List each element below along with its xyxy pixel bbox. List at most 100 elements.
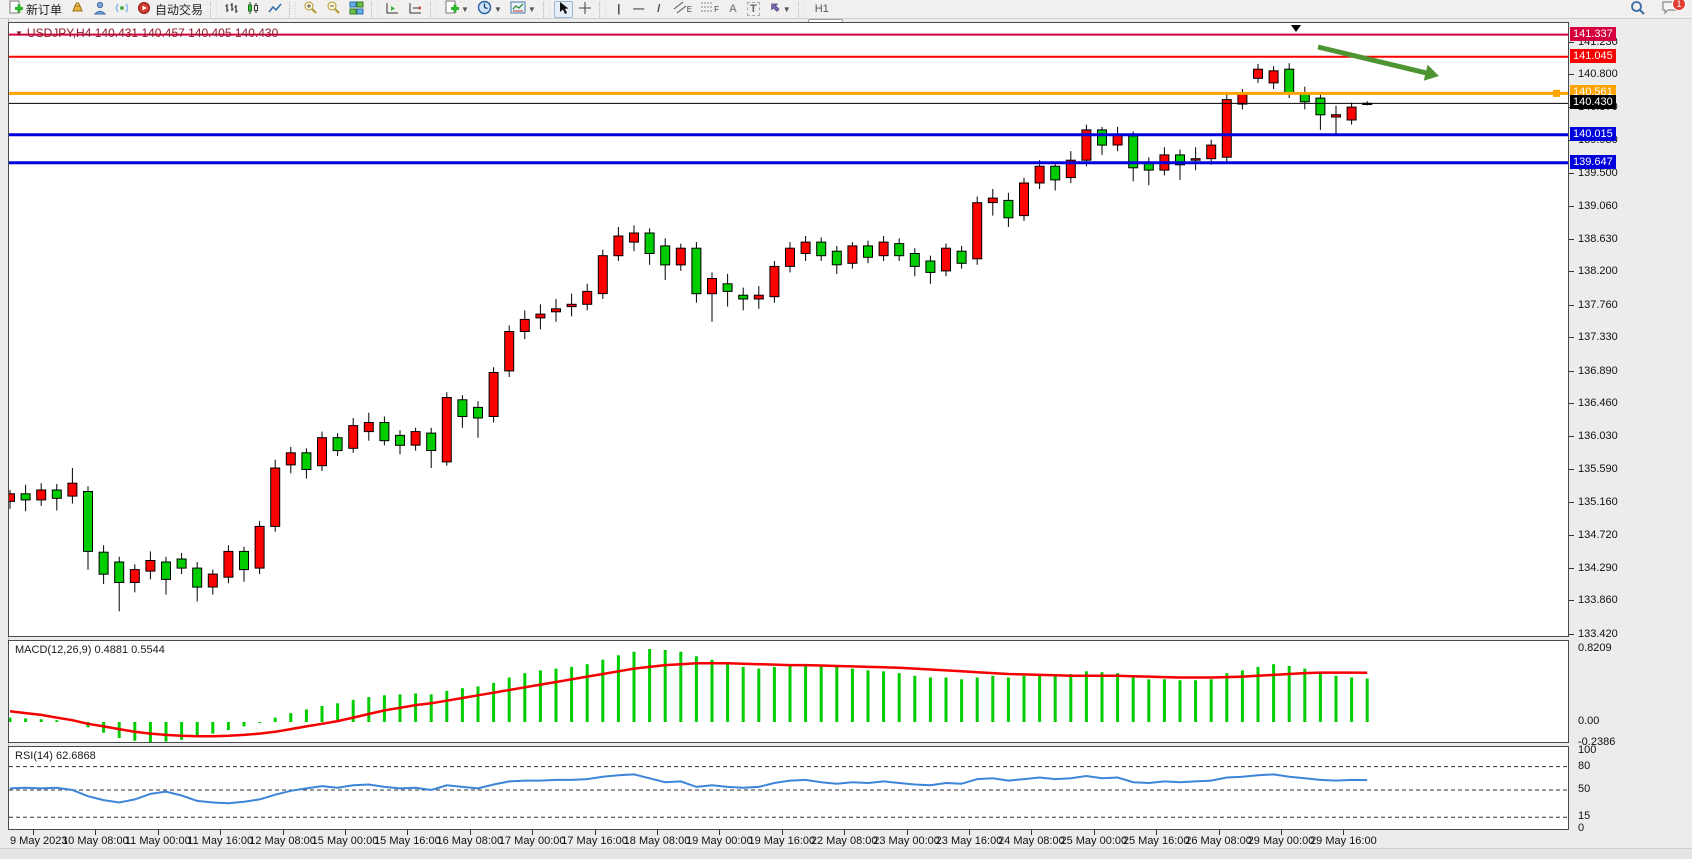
price-tick-mark [1569, 600, 1574, 601]
time-axis-label: 17 May 16:00 [561, 835, 628, 847]
price-tick-label: 134.290 [1578, 562, 1618, 574]
bar-chart-button[interactable] [221, 1, 241, 18]
price-line-label: 141.337 [1570, 27, 1616, 41]
channel-button[interactable]: E [670, 1, 695, 18]
time-axis-label: 19 May 16:00 [748, 835, 815, 847]
candle [255, 526, 264, 568]
main-chart-pane[interactable]: ▼ USDJPY,H4 140.431 140.457 140.405 140.… [8, 22, 1569, 637]
mt4-window: 新订单 自动交易 [0, 0, 1692, 859]
macd-pane[interactable]: MACD(12,26,9) 0.4881 0.5544 [8, 640, 1569, 743]
candle [1004, 200, 1013, 217]
price-tick-mark [1569, 206, 1574, 207]
zoom-out-button[interactable] [323, 1, 344, 18]
tab-timeframe-H1[interactable]: H1 [808, 0, 843, 19]
window-bottom-strip [0, 848, 1692, 859]
price-tick-label: 136.460 [1578, 397, 1618, 409]
price-tick-mark [1569, 271, 1574, 272]
auto-scroll-button[interactable] [382, 1, 403, 18]
fibonacci-button[interactable]: F [697, 1, 722, 18]
rsi-line [10, 774, 1367, 803]
zoom-in-icon [303, 0, 318, 18]
candle [411, 432, 420, 446]
toolbar-separator [289, 2, 296, 17]
price-line-label: 141.045 [1570, 49, 1616, 63]
text-label-button[interactable]: T [744, 1, 763, 18]
search-button[interactable] [1627, 1, 1649, 18]
toolbar-right-group: 1 [1626, 1, 1682, 18]
autotrade-icon [137, 1, 152, 18]
cursor-button[interactable] [554, 1, 573, 18]
rsi-pane[interactable]: RSI(14) 62.6868 [8, 746, 1569, 830]
candlestick-chart [9, 23, 1568, 636]
candle [1051, 166, 1060, 180]
clock-icon [477, 0, 492, 18]
line-handle[interactable] [1553, 90, 1560, 97]
trend-arrow[interactable] [1318, 47, 1429, 74]
zoom-out-icon [326, 0, 341, 18]
signals-button[interactable] [112, 1, 132, 18]
candle [1098, 130, 1107, 145]
time-axis-label: 18 May 08:00 [624, 835, 691, 847]
candle [99, 552, 108, 574]
autotrade-button[interactable]: 自动交易 [134, 1, 206, 18]
hlines-layer [9, 35, 1568, 163]
price-tick-mark [1569, 371, 1574, 372]
text-button[interactable]: A [724, 1, 742, 18]
candle [957, 251, 966, 263]
chart-shift-button[interactable] [405, 1, 426, 18]
candle [583, 291, 592, 304]
toolbar: 新订单 自动交易 [0, 0, 1692, 19]
vertical-line-icon: | [617, 3, 620, 15]
new-order-button[interactable]: 新订单 [5, 1, 65, 18]
chevron-down-icon: ▼ [783, 5, 791, 14]
text-icon: A [729, 3, 737, 15]
candle [489, 373, 498, 417]
zoom-in-button[interactable] [300, 1, 321, 18]
tile-windows-button[interactable] [346, 1, 367, 18]
horizontal-line-button[interactable]: — [630, 1, 648, 18]
price-axis[interactable]: 141.230140.800140.370139.930139.500139.0… [1569, 22, 1692, 847]
chart-shift-marker[interactable] [1291, 25, 1301, 32]
time-axis[interactable]: 9 May 202310 May 08:0011 May 00:0011 May… [8, 830, 1569, 848]
periods-button[interactable]: ▼ [474, 1, 505, 18]
price-tick-mark [1569, 305, 1574, 306]
time-axis-label: 29 May 16:00 [1310, 835, 1377, 847]
trendline-button[interactable]: / [650, 1, 668, 18]
chat-button[interactable]: 1 [1658, 1, 1681, 18]
templates-button[interactable]: ▼ [507, 1, 539, 18]
candle [380, 423, 389, 441]
candle [552, 309, 561, 312]
trend-arrow-head [1424, 65, 1439, 81]
candle [1254, 69, 1263, 78]
price-tick-mark [1569, 173, 1574, 174]
candle [692, 248, 701, 294]
vertical-line-button[interactable]: | [610, 1, 628, 18]
candle [754, 295, 763, 299]
macd-axis-label: 0.8209 [1578, 642, 1612, 654]
price-tick-mark [1569, 42, 1574, 43]
market-watch-button[interactable] [67, 1, 88, 18]
candlestick-button[interactable] [243, 1, 263, 18]
rsi-chart [9, 747, 1568, 829]
candle [115, 562, 124, 583]
chart-title-arrow-icon: ▼ [15, 29, 23, 38]
toolbar-separator [430, 2, 437, 17]
indicators-button[interactable]: ▼ [441, 1, 472, 18]
navigator-button[interactable] [90, 1, 110, 18]
line-chart-button[interactable] [265, 1, 285, 18]
arrows-icon [768, 1, 781, 17]
time-axis-label: 23 May 00:00 [873, 835, 940, 847]
candle [848, 246, 857, 263]
toolbar-separator [798, 2, 805, 17]
crosshair-icon [578, 1, 592, 18]
candle [567, 304, 576, 306]
rsi-axis-label: 50 [1578, 783, 1590, 795]
arrows-button[interactable]: ▼ [765, 1, 794, 18]
candle [9, 494, 15, 502]
price-tick-mark [1569, 634, 1574, 635]
crosshair-button[interactable] [575, 1, 595, 18]
chevron-down-icon: ▼ [494, 5, 502, 14]
candle [895, 244, 904, 256]
time-axis-label: 29 May 00:00 [1248, 835, 1315, 847]
price-tick-mark [1569, 502, 1574, 503]
